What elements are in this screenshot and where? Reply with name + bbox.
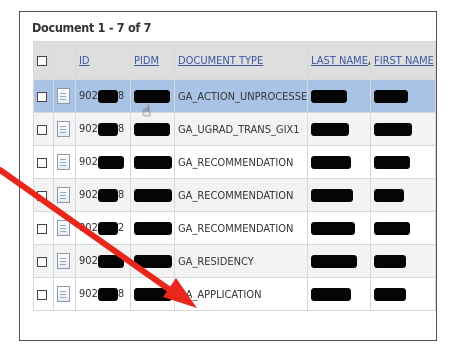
red-arrow-annotation [0, 167, 197, 308]
